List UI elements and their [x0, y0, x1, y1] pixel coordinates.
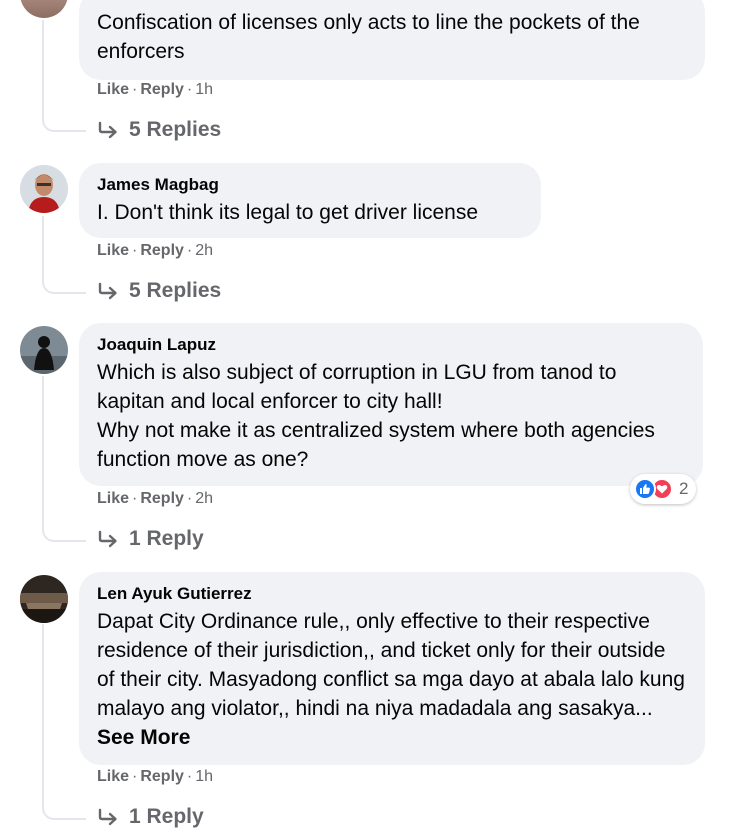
- comment-text: Which is also subject of corruption in L…: [97, 361, 655, 471]
- replies-label: 1 Reply: [129, 527, 204, 550]
- timestamp[interactable]: 1h: [195, 768, 213, 785]
- separator-dot: ·: [186, 81, 193, 98]
- separator-dot: ·: [186, 490, 193, 507]
- separator-dot: ·: [186, 768, 193, 785]
- reactions-summary[interactable]: 2: [630, 474, 697, 504]
- comment-bubble: Joaquin Lapuz Which is also subject of c…: [79, 323, 703, 486]
- comment-author[interactable]: Joaquin Lapuz: [97, 335, 685, 355]
- avatar[interactable]: [20, 326, 68, 374]
- comment-bubble: Confiscation of licenses only acts to li…: [79, 0, 705, 80]
- separator-dot: ·: [132, 490, 138, 507]
- reply-arrow-icon: [98, 530, 117, 548]
- comment-text: I. Don't think its legal to get driver l…: [97, 201, 479, 224]
- comment-text: Dapat City Ordinance rule,, only effecti…: [97, 607, 687, 752]
- like-button[interactable]: Like: [97, 768, 129, 785]
- comment-bubble: Len Ayuk Gutierrez Dapat City Ordinance …: [79, 572, 705, 765]
- comment-actions: Like · Reply · 2h: [97, 242, 213, 260]
- reply-arrow-icon: [98, 282, 117, 300]
- like-icon: [634, 478, 656, 500]
- separator-dot: ·: [132, 81, 138, 98]
- reply-arrow-icon: [98, 808, 117, 826]
- reaction-count: 2: [679, 479, 689, 498]
- comment-text: Confiscation of licenses only acts to li…: [97, 11, 646, 63]
- replies-label: 1 Reply: [129, 805, 204, 828]
- view-replies-button[interactable]: 5 Replies: [97, 279, 221, 303]
- like-button[interactable]: Like: [97, 81, 129, 98]
- like-button[interactable]: Like: [97, 242, 129, 259]
- see-more-link[interactable]: See More: [97, 726, 190, 749]
- thread-connector: [42, 216, 86, 294]
- reply-button[interactable]: Reply: [140, 768, 184, 785]
- reply-button[interactable]: Reply: [140, 490, 184, 507]
- timestamp[interactable]: 2h: [195, 490, 213, 507]
- view-replies-button[interactable]: 1 Reply: [97, 527, 204, 551]
- timestamp[interactable]: 2h: [195, 242, 213, 259]
- replies-label: 5 Replies: [129, 118, 222, 141]
- comment-text-body: Dapat City Ordinance rule,, only effecti…: [97, 610, 691, 720]
- comment-author[interactable]: James Magbag: [97, 175, 523, 195]
- comment-actions: Like · Reply · 1h: [97, 81, 213, 99]
- view-replies-button[interactable]: 5 Replies: [97, 118, 221, 142]
- comment-bubble: James Magbag I. Don't think its legal to…: [79, 163, 541, 238]
- separator-dot: ·: [186, 242, 193, 259]
- comment-actions: Like · Reply · 2h: [97, 490, 213, 508]
- timestamp[interactable]: 1h: [195, 81, 213, 98]
- replies-label: 5 Replies: [129, 279, 222, 302]
- avatar[interactable]: [20, 165, 68, 213]
- like-button[interactable]: Like: [97, 490, 129, 507]
- separator-dot: ·: [132, 242, 138, 259]
- comment-author[interactable]: Len Ayuk Gutierrez: [97, 584, 687, 604]
- separator-dot: ·: [132, 768, 138, 785]
- reply-arrow-icon: [98, 121, 117, 139]
- avatar[interactable]: [20, 0, 68, 18]
- comment-actions: Like · Reply · 1h: [97, 768, 213, 786]
- reply-button[interactable]: Reply: [140, 242, 184, 259]
- view-replies-button[interactable]: 1 Reply: [97, 805, 204, 829]
- reply-button[interactable]: Reply: [140, 81, 184, 98]
- avatar[interactable]: [20, 575, 68, 623]
